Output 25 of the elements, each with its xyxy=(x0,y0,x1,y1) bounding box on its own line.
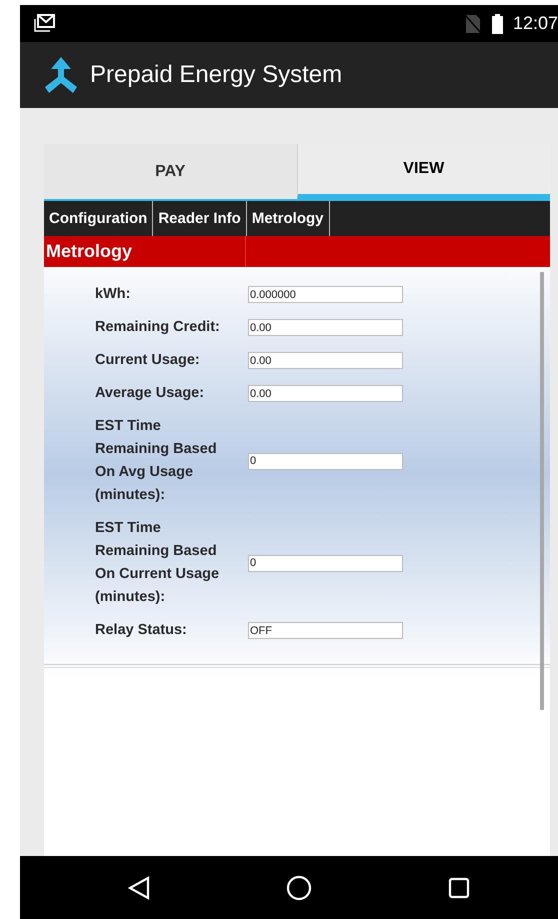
value-field[interactable]: 0.00 xyxy=(248,352,403,369)
value-field[interactable]: 0.00 xyxy=(248,385,403,402)
value-field[interactable]: OFF xyxy=(248,622,403,639)
field-label: Relay Status: xyxy=(95,621,188,640)
field-label: Average Usage: xyxy=(95,384,206,403)
app-logo-icon xyxy=(44,55,78,95)
battery-icon xyxy=(492,14,503,34)
field-label: EST Time Remaining Based On Avg Usage (minutes): xyxy=(95,417,218,505)
field-label: kWh: xyxy=(95,285,132,304)
value-field[interactable]: 0 xyxy=(248,554,403,572)
no-sim-icon xyxy=(464,14,482,34)
recents-icon[interactable] xyxy=(448,876,470,898)
mail-icon xyxy=(34,14,56,34)
tab[interactable]: VIEW xyxy=(296,144,550,201)
field-label: Remaining Credit: xyxy=(95,318,221,337)
home-icon[interactable] xyxy=(286,874,312,900)
value-field[interactable]: 0.00 xyxy=(248,319,403,336)
field-label: Current Usage: xyxy=(95,351,201,370)
app-title: Prepaid Energy System xyxy=(90,61,342,89)
back-icon[interactable] xyxy=(128,876,150,900)
value-field[interactable]: 0.000000 xyxy=(248,286,403,303)
value-field[interactable]: 0 xyxy=(248,452,403,470)
status-time: 12:07 xyxy=(512,13,558,34)
field-label: EST Time Remaining Based On Current Usage (minutes): xyxy=(95,519,220,607)
tab[interactable]: PAY xyxy=(44,144,296,201)
